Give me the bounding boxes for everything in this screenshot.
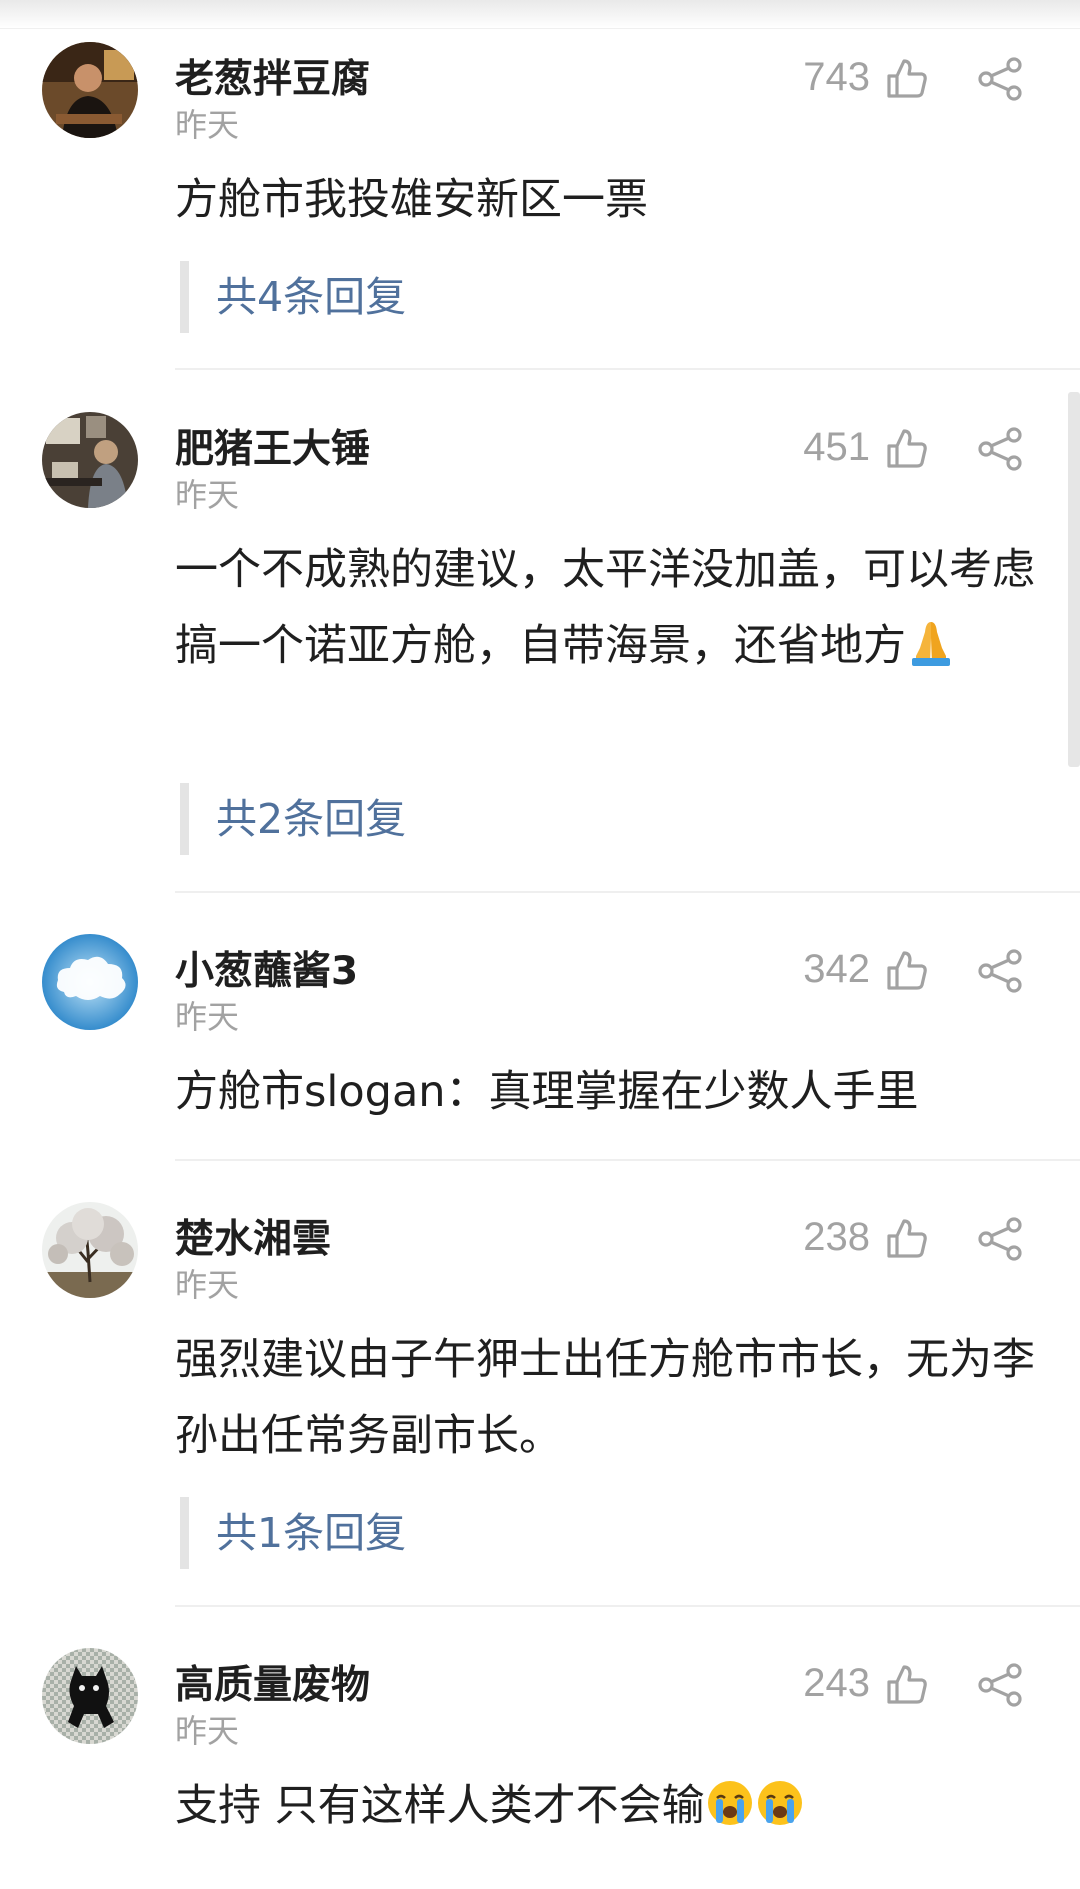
comment-time: 昨天: [175, 476, 240, 514]
thumbs-up-icon[interactable]: [884, 948, 930, 994]
comment-text: 强烈建议由子午狎士出任方舱市市长，无为李孙出任常务副市长。: [175, 1322, 1045, 1474]
avatar[interactable]: [42, 1202, 138, 1298]
comment-text: 方舱市我投雄安新区一票: [175, 162, 1045, 238]
like-count: 451: [803, 425, 870, 469]
username[interactable]: 肥猪王大锤: [175, 418, 370, 474]
username[interactable]: 楚水湘雲: [175, 1208, 331, 1264]
like-count: 342: [803, 947, 870, 991]
like-count: 743: [803, 55, 870, 99]
username[interactable]: 高质量废物: [175, 1654, 370, 1710]
top-bar-shadow: [0, 0, 1080, 29]
view-replies-link[interactable]: 共4条回复: [180, 261, 406, 333]
share-icon[interactable]: [976, 1662, 1024, 1708]
like-count: 243: [803, 1661, 870, 1705]
comment-text: 方舱市slogan：真理掌握在少数人手里: [175, 1054, 1045, 1130]
blossom-tree-avatar-icon: [42, 1202, 138, 1298]
comment-text: 支持 只有这样人类才不会输: [175, 1768, 1045, 1844]
folded-hands-emoji-icon: [906, 618, 956, 668]
loudly-crying-face-emoji-icon: [755, 1778, 805, 1828]
thumbs-up-icon[interactable]: [884, 1662, 930, 1708]
divider: [175, 891, 1080, 893]
thumbs-up-icon[interactable]: [884, 426, 930, 472]
comment-time: 昨天: [175, 998, 240, 1036]
username[interactable]: 小葱蘸酱3: [175, 940, 358, 996]
avatar[interactable]: [42, 934, 138, 1030]
black-cat-avatar-icon: [42, 1648, 138, 1744]
divider: [175, 368, 1080, 370]
comment-text-body: 方舱市slogan：真理掌握在少数人手里: [175, 1067, 919, 1117]
thumbs-up-icon[interactable]: [884, 56, 930, 102]
comment-text-body: 强烈建议由子午狎士出任方舱市市长，无为李孙出任常务副市长。: [175, 1335, 1035, 1461]
view-replies-link[interactable]: 共1条回复: [180, 1497, 406, 1569]
thumbs-up-icon[interactable]: [884, 1216, 930, 1262]
comment-time: 昨天: [175, 1712, 240, 1750]
username[interactable]: 老葱拌豆腐: [175, 48, 370, 104]
view-replies-link[interactable]: 共2条回复: [180, 783, 406, 855]
divider: [175, 1159, 1080, 1161]
comment-text-body: 方舱市我投雄安新区一票: [175, 175, 648, 225]
person-at-desk-avatar-icon: [42, 412, 138, 508]
person-photo-avatar-icon: [42, 42, 138, 138]
share-icon[interactable]: [976, 948, 1024, 994]
cloud-sky-avatar-icon: [42, 934, 138, 1030]
avatar[interactable]: [42, 42, 138, 138]
comment-time: 昨天: [175, 1266, 240, 1304]
share-icon[interactable]: [976, 56, 1024, 102]
avatar[interactable]: [42, 412, 138, 508]
share-icon[interactable]: [976, 426, 1024, 472]
scrollbar-thumb[interactable]: [1068, 392, 1080, 767]
loudly-crying-face-emoji-icon: [705, 1778, 755, 1828]
divider: [175, 1605, 1080, 1607]
comment-text: 一个不成熟的建议，太平洋没加盖，可以考虑搞一个诺亚方舱，自带海景，还省地方: [175, 532, 1045, 684]
share-icon[interactable]: [976, 1216, 1024, 1262]
comment-text-body: 支持 只有这样人类才不会输: [175, 1781, 705, 1831]
comment-time: 昨天: [175, 106, 240, 144]
like-count: 238: [803, 1215, 870, 1259]
avatar[interactable]: [42, 1648, 138, 1744]
